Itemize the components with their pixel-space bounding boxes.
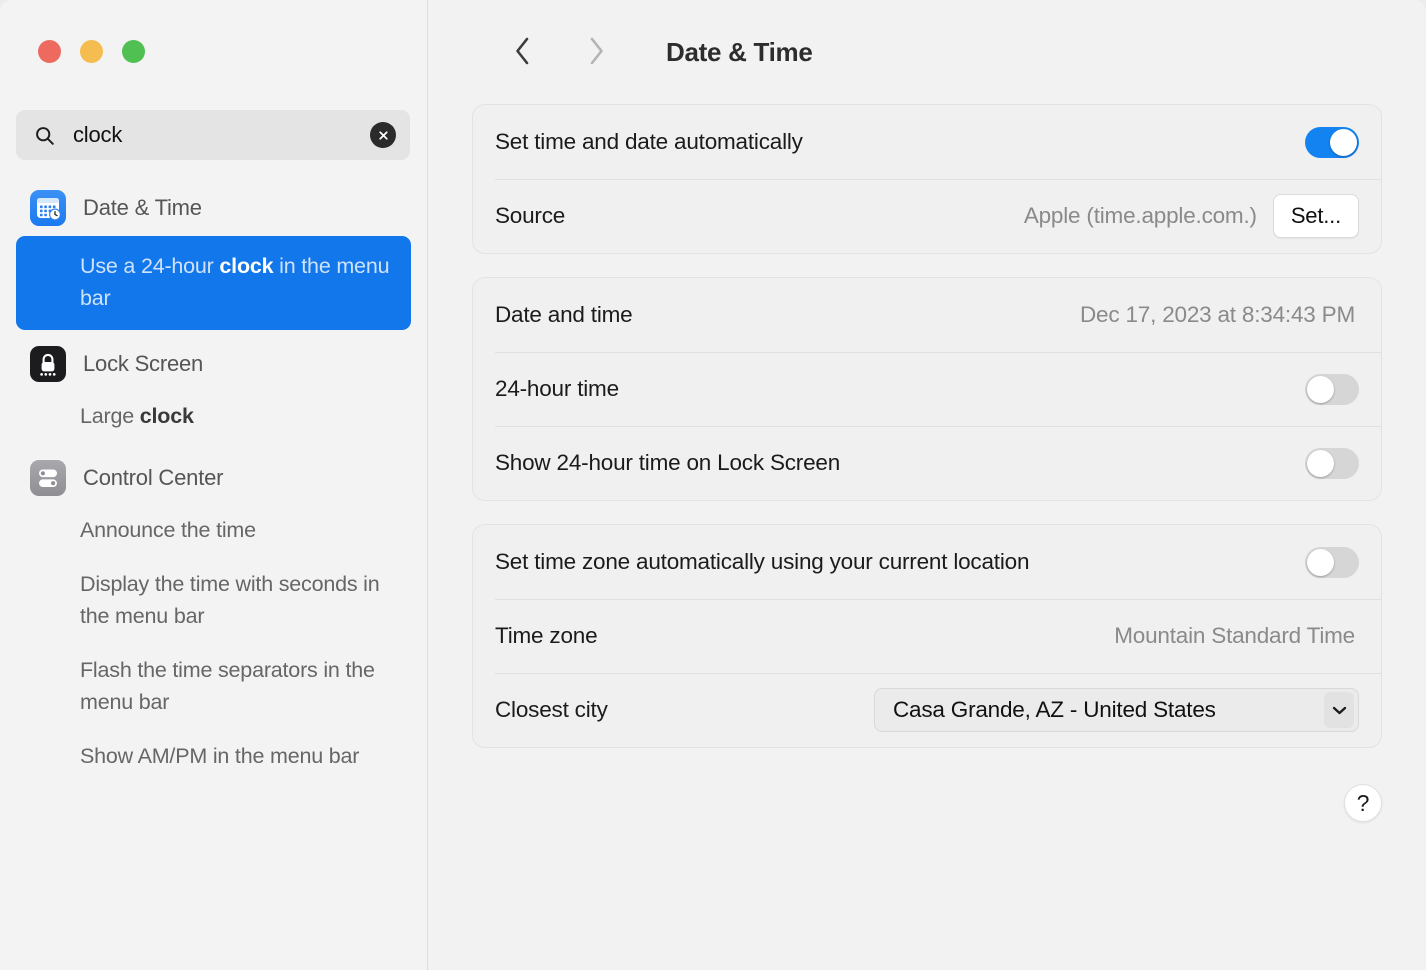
card-time-zone: Set time zone automatically using your c…: [472, 524, 1382, 748]
result-item-display-seconds[interactable]: Display the time with seconds in the men…: [16, 558, 411, 644]
minimize-button[interactable]: [80, 40, 103, 63]
row-label: Show 24-hour time on Lock Screen: [495, 450, 841, 475]
forward-button[interactable]: [572, 28, 620, 76]
group-title: Date & Time: [83, 195, 202, 220]
row-auto-time-zone: Set time zone automatically using your c…: [473, 525, 1381, 599]
toolbar: Date & Time: [472, 0, 1382, 104]
source-value: Apple (time.apple.com.): [1023, 203, 1257, 228]
row-date-and-time: Date and time Dec 17, 2023 at 8:34:43 PM: [473, 278, 1381, 352]
toggle-24-hour-time[interactable]: [1305, 373, 1359, 405]
closest-city-value: Casa Grande, AZ - United States: [893, 697, 1216, 722]
page-title: Date & Time: [666, 36, 813, 67]
row-label: Source: [495, 203, 566, 228]
row-label: Closest city: [495, 697, 608, 722]
result-item-flash-separators[interactable]: Flash the time separators in the menu ba…: [16, 644, 411, 730]
window-controls: [38, 40, 145, 63]
card-automatic-time: Set time and date automatically Source A…: [472, 104, 1382, 254]
result-group-control-center: Control Center Announce the time Display…: [16, 452, 411, 784]
toggle-knob: [1307, 449, 1334, 477]
result-group-date-and-time: Date & Time Use a 24-hour clock in the m…: [16, 182, 411, 330]
date-and-time-icon: [30, 190, 66, 226]
settings-window: Date & Time Use a 24-hour clock in the m…: [0, 0, 1426, 970]
set-source-button[interactable]: Set...: [1272, 194, 1359, 238]
search-icon: [34, 125, 55, 146]
closest-city-dropdown[interactable]: Casa Grande, AZ - United States: [874, 688, 1359, 732]
row-label: Time zone: [495, 623, 598, 648]
chevron-right-icon: [588, 36, 605, 69]
sidebar: Date & Time Use a 24-hour clock in the m…: [0, 0, 428, 970]
row-source: Source Apple (time.apple.com.) Set...: [473, 179, 1381, 253]
result-item-announce-time[interactable]: Announce the time: [16, 504, 411, 558]
result-group-lock-screen: Lock Screen Large clock: [16, 338, 411, 444]
result-item-24-hour-clock[interactable]: Use a 24-hour clock in the menu bar: [16, 236, 411, 330]
content-pane: Date & Time Set time and date automatica…: [428, 0, 1426, 970]
help-button[interactable]: ?: [1344, 784, 1382, 822]
toggle-24-hour-lock-screen[interactable]: [1305, 447, 1359, 479]
toggle-set-time-automatically[interactable]: [1305, 126, 1359, 158]
group-header-date-and-time[interactable]: Date & Time: [16, 182, 411, 234]
result-match: clock: [139, 404, 194, 428]
control-center-icon: [30, 460, 66, 496]
chevron-down-icon: [1324, 692, 1354, 728]
chevron-left-icon: [514, 36, 531, 69]
search-results: Date & Time Use a 24-hour clock in the m…: [0, 182, 427, 792]
row-24-hour-time: 24-hour time: [473, 352, 1381, 426]
clear-search-icon[interactable]: [370, 122, 396, 148]
row-time-zone: Time zone Mountain Standard Time: [473, 599, 1381, 673]
result-prefix: Large: [80, 404, 140, 428]
row-closest-city: Closest city Casa Grande, AZ - United St…: [473, 673, 1381, 747]
toggle-auto-time-zone[interactable]: [1305, 546, 1359, 578]
row-label: Date and time: [495, 302, 633, 327]
row-label: Set time and date automatically: [495, 129, 803, 154]
group-title: Lock Screen: [83, 351, 204, 376]
back-button[interactable]: [498, 28, 546, 76]
card-date-time: Date and time Dec 17, 2023 at 8:34:43 PM…: [472, 277, 1382, 501]
result-item-show-ampm[interactable]: Show AM/PM in the menu bar: [16, 730, 411, 784]
zoom-button[interactable]: [122, 40, 145, 63]
search-field[interactable]: [16, 110, 410, 160]
toggle-knob: [1307, 375, 1334, 403]
toggle-knob: [1330, 128, 1357, 156]
group-title: Control Center: [83, 465, 224, 490]
lock-screen-icon: [30, 346, 66, 382]
row-24-hour-lock-screen: Show 24-hour time on Lock Screen: [473, 426, 1381, 500]
row-set-time-automatically: Set time and date automatically: [473, 105, 1381, 179]
result-item-large-clock[interactable]: Large clock: [16, 390, 411, 444]
result-prefix: Use a 24-hour: [80, 254, 220, 278]
group-header-lock-screen[interactable]: Lock Screen: [16, 338, 411, 390]
row-label: 24-hour time: [495, 376, 619, 401]
result-match: clock: [219, 254, 274, 278]
date-time-value: Dec 17, 2023 at 8:34:43 PM: [1080, 302, 1355, 327]
close-button[interactable]: [38, 40, 61, 63]
row-label: Set time zone automatically using your c…: [495, 549, 1030, 574]
time-zone-value: Mountain Standard Time: [1114, 623, 1355, 648]
group-header-control-center[interactable]: Control Center: [16, 452, 411, 504]
search-input[interactable]: [73, 122, 370, 148]
toggle-knob: [1307, 548, 1334, 576]
